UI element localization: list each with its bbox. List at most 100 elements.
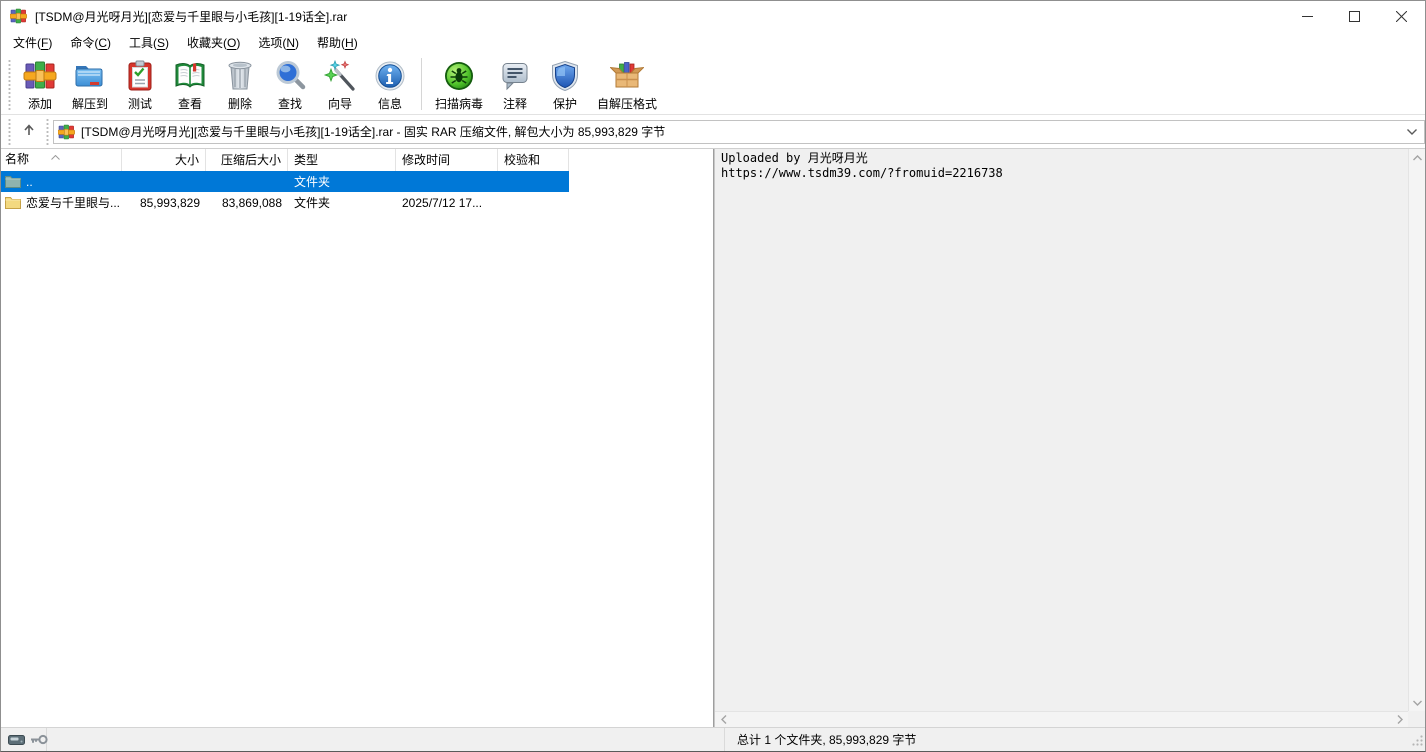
minimize-button[interactable] — [1284, 1, 1331, 31]
scroll-left-icon[interactable] — [715, 712, 732, 727]
info-button[interactable]: 信息 — [365, 56, 415, 113]
close-button[interactable] — [1378, 1, 1425, 31]
addressbar-gripper[interactable] — [7, 118, 12, 145]
table-row-folder[interactable]: 恋爱与千里眼与... 85,993,829 83,869,088 文件夹 202… — [1, 192, 569, 213]
extract-folder-icon — [72, 58, 108, 94]
toolbar-separator — [421, 58, 423, 110]
folder-up-icon — [5, 175, 21, 188]
toolbar-button-label: 保护 — [553, 97, 578, 111]
folder-icon — [5, 196, 21, 209]
protect-button[interactable]: 保护 — [540, 56, 590, 113]
virus-scan-icon — [441, 58, 477, 94]
find-magnifier-icon — [272, 58, 308, 94]
maximize-icon — [1349, 10, 1360, 22]
menubar: 文件(F) 命令(C) 工具(S) 收藏夹(O) 选项(N) 帮助(H) — [1, 31, 1425, 53]
view-button[interactable]: 查看 — [165, 56, 215, 113]
add-books-icon — [22, 58, 58, 94]
toolbar-button-label: 自解压格式 — [597, 97, 658, 111]
toolbar-button-label: 解压到 — [72, 97, 109, 111]
menu-help[interactable]: 帮助(H) — [308, 31, 367, 54]
file-modified: 2025/7/12 17... — [402, 195, 483, 210]
file-type: 文件夹 — [294, 175, 331, 189]
toolbar-button-label: 扫描病毒 — [435, 97, 484, 111]
window-title: [TSDM@月光呀月光][恋爱与千里眼与小毛孩][1-19话全].rar — [35, 9, 348, 24]
close-icon — [1396, 10, 1407, 22]
test-clipboard-icon — [122, 58, 158, 94]
scan-virus-button[interactable]: 扫描病毒 — [428, 56, 490, 113]
chevron-down-icon[interactable] — [1406, 128, 1418, 136]
toolbar-button-label: 测试 — [128, 97, 153, 111]
comment-vertical-scrollbar[interactable] — [1408, 149, 1425, 711]
statusbar-total: 总计 1 个文件夹, 85,993,829 字节 — [737, 733, 917, 747]
scroll-down-icon[interactable] — [1409, 694, 1425, 711]
toolbar-button-label: 向导 — [328, 97, 353, 111]
table-row-parent-dir[interactable]: .. 文件夹 — [1, 171, 569, 192]
toolbar-button-label: 注释 — [503, 97, 528, 111]
wizard-wand-icon — [322, 58, 358, 94]
delete-button[interactable]: 删除 — [215, 56, 265, 113]
find-button[interactable]: 查找 — [265, 56, 315, 113]
comment-button[interactable]: 注释 — [490, 56, 540, 113]
view-book-icon — [172, 58, 208, 94]
sfx-box-icon — [609, 58, 645, 94]
column-header-checksum[interactable]: 校验和 — [498, 149, 569, 171]
resize-grip[interactable] — [1411, 734, 1424, 750]
maximize-button[interactable] — [1331, 1, 1378, 31]
wizard-button[interactable]: 向导 — [315, 56, 365, 113]
column-header-name[interactable]: 名称 — [1, 149, 122, 171]
up-one-level-button[interactable] — [15, 119, 43, 145]
column-header-packed[interactable]: 压缩后大小 — [206, 149, 288, 171]
winrar-window: [TSDM@月光呀月光][恋爱与千里眼与小毛孩][1-19话全].rar 文件(… — [0, 0, 1426, 752]
scroll-up-icon[interactable] — [1409, 149, 1425, 166]
file-name: .. — [26, 174, 33, 189]
toolbar-button-label: 删除 — [228, 97, 253, 111]
minimize-icon — [1302, 11, 1313, 22]
winrar-app-icon — [10, 8, 27, 24]
file-size: 85,993,829 — [139, 195, 200, 210]
toolbar-gripper[interactable] — [7, 60, 12, 110]
titlebar: [TSDM@月光呀月光][恋爱与千里眼与小毛孩][1-19话全].rar — [1, 1, 1425, 31]
toolbar: 添加 解压到 测试 查看 删除 查找 向导 信息 扫描病毒 注释 保护 自解压格… — [1, 53, 1425, 115]
file-rows: .. 文件夹 恋爱与千里眼与... 85,993,829 83,869,088 … — [1, 171, 569, 213]
delete-trash-icon — [222, 58, 258, 94]
add-button[interactable]: 添加 — [15, 56, 65, 113]
menu-tools[interactable]: 工具(S) — [120, 31, 178, 54]
archive-path-text: [TSDM@月光呀月光][恋爱与千里眼与小毛孩][1-19话全].rar - 固… — [81, 125, 666, 139]
scroll-right-icon[interactable] — [1391, 712, 1408, 727]
menu-favorites[interactable]: 收藏夹(O) — [178, 31, 249, 54]
column-header-type[interactable]: 类型 — [288, 149, 396, 171]
file-type: 文件夹 — [294, 196, 331, 210]
file-name: 恋爱与千里眼与... — [26, 196, 121, 210]
toolbar-button-label: 添加 — [27, 97, 52, 111]
extract-to-button[interactable]: 解压到 — [65, 56, 115, 113]
sort-up-icon — [51, 149, 60, 163]
file-list-pane: 名称 大小 压缩后大小 类型 修改时间 校验和 .. 文件夹 恋爱与千里眼与..… — [1, 149, 714, 727]
comment-horizontal-scrollbar[interactable] — [715, 711, 1408, 727]
column-header-modified[interactable]: 修改时间 — [396, 149, 498, 171]
statusbar-selection-info — [47, 728, 725, 751]
disk-icon[interactable] — [8, 734, 25, 746]
main-area: 名称 大小 压缩后大小 类型 修改时间 校验和 .. 文件夹 恋爱与千里眼与..… — [1, 149, 1425, 727]
key-icon[interactable] — [30, 733, 48, 746]
toolbar-button-label: 查看 — [178, 97, 203, 111]
menu-commands[interactable]: 命令(C) — [61, 31, 120, 54]
archive-path-combobox[interactable]: [TSDM@月光呀月光][恋爱与千里眼与小毛孩][1-19话全].rar - 固… — [53, 119, 1425, 144]
file-packed: 83,869,088 — [221, 195, 282, 210]
comment-bubble-icon — [497, 58, 533, 94]
test-button[interactable]: 测试 — [115, 56, 165, 113]
addressbar-gripper-2[interactable] — [45, 118, 50, 145]
menu-file[interactable]: 文件(F) — [4, 31, 61, 54]
sfx-button[interactable]: 自解压格式 — [590, 56, 664, 113]
protect-shield-icon — [547, 58, 583, 94]
archive-comment-pane: Uploaded by 月光呀月光 https://www.tsdm39.com/… — [714, 149, 1425, 727]
statusbar: 总计 1 个文件夹, 85,993,829 字节 — [1, 727, 1425, 751]
menu-options[interactable]: 选项(N) — [249, 31, 308, 54]
info-icon — [372, 58, 408, 94]
toolbar-button-label: 信息 — [378, 97, 403, 111]
winrar-archive-icon — [58, 124, 75, 140]
up-arrow-icon — [22, 123, 36, 140]
toolbar-button-label: 查找 — [278, 97, 303, 111]
list-header: 名称 大小 压缩后大小 类型 修改时间 校验和 — [1, 149, 713, 171]
column-header-size[interactable]: 大小 — [122, 149, 206, 171]
addressbar: [TSDM@月光呀月光][恋爱与千里眼与小毛孩][1-19话全].rar - 固… — [1, 115, 1425, 149]
